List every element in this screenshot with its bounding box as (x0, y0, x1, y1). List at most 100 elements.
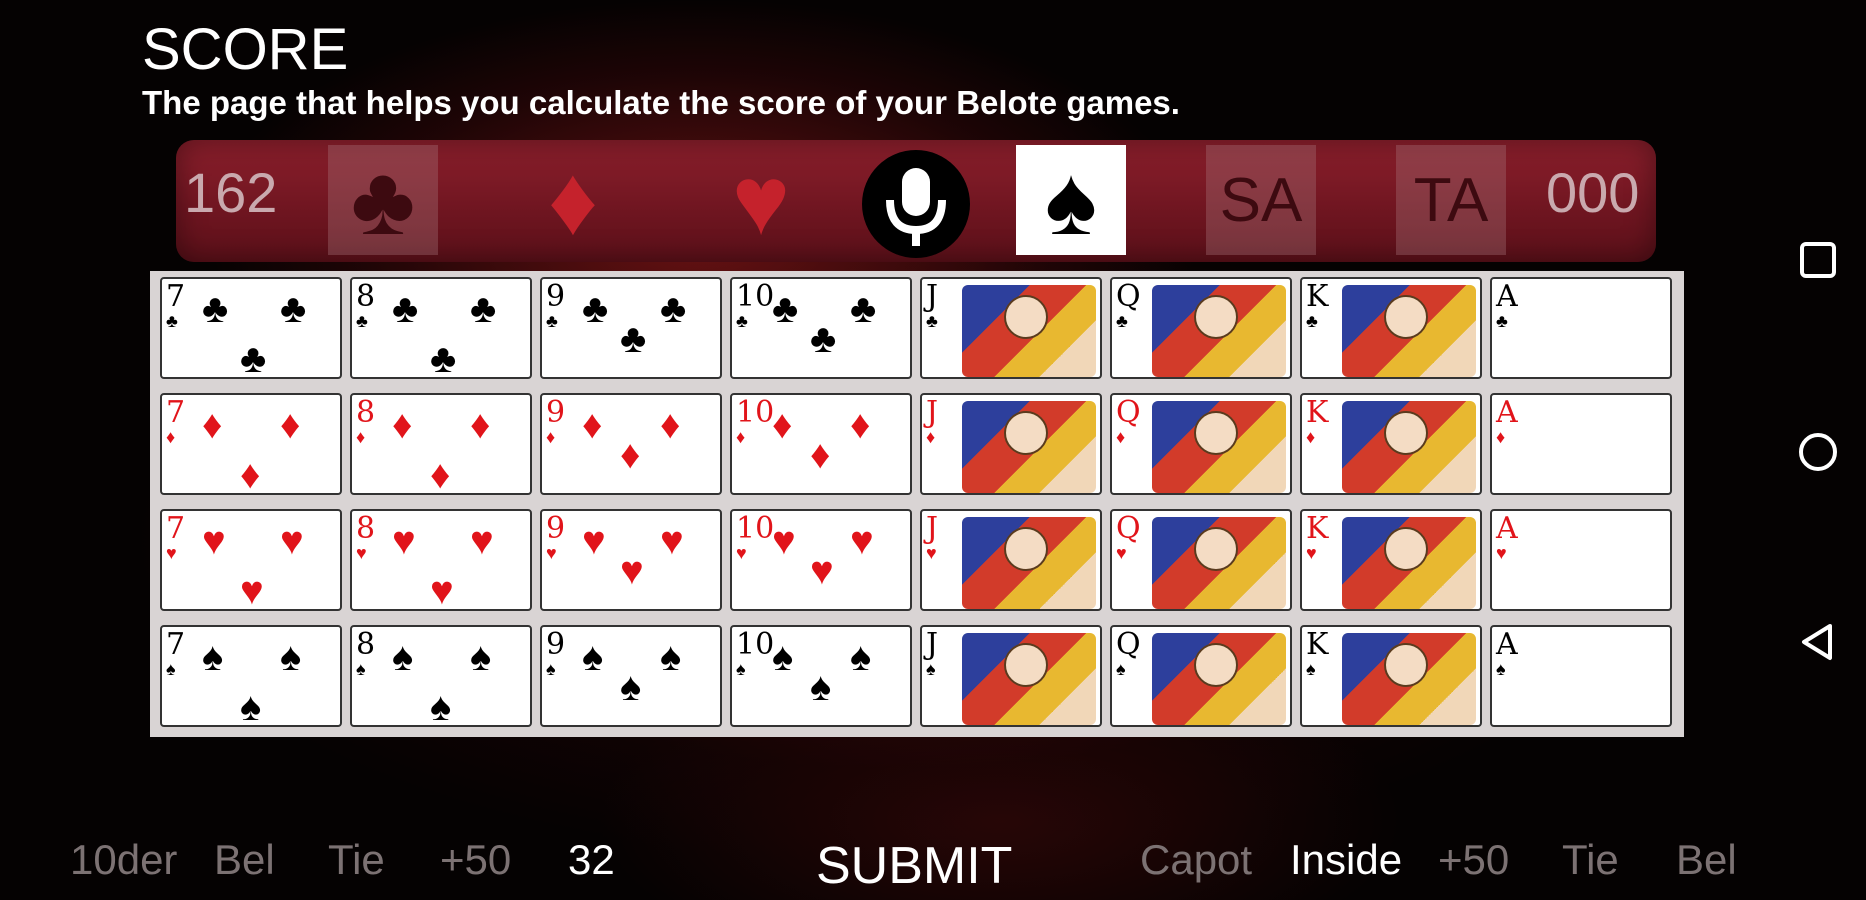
hearts-pip-icon: ♥ (470, 519, 494, 563)
clubs-trump-button[interactable]: ♣ (328, 145, 438, 255)
card-8-spades[interactable]: 8 ♠ ♠ ♠ ♠ (350, 625, 532, 727)
card-row-hearts: 7 ♥ ♥ ♥ ♥ 8 ♥ ♥ ♥ ♥ 9 ♥ ♥ ♥ ♥ 10 ♥ ♥ ♥ ♥ J ♥ Q ♥ K ♥ A ♥ (150, 503, 1684, 613)
diamonds-pip-icon: ♦ (850, 403, 871, 447)
card-10-hearts[interactable]: 10 ♥ ♥ ♥ ♥ (730, 509, 912, 611)
hearts-trump-button[interactable]: ♥ (706, 145, 816, 255)
card-8-clubs[interactable]: 8 ♣ ♣ ♣ ♣ (350, 277, 532, 379)
card-rank: A (1496, 395, 1518, 430)
diamonds-small-icon: ♦ (1496, 427, 1506, 447)
inside-toggle[interactable]: Inside (1290, 836, 1402, 884)
card-q-clubs[interactable]: Q ♣ (1110, 277, 1292, 379)
hearts-pip-icon: ♥ (280, 519, 304, 563)
trick-count[interactable]: 32 (568, 836, 615, 884)
card-k-hearts[interactable]: K ♥ (1300, 509, 1482, 611)
card-a-clubs[interactable]: A ♣ (1490, 277, 1672, 379)
card-a-diamonds[interactable]: A ♦ (1490, 393, 1672, 495)
card-8-hearts[interactable]: 8 ♥ ♥ ♥ ♥ (350, 509, 532, 611)
clubs-pip-icon: ♣ (280, 287, 307, 331)
card-k-spades[interactable]: K ♠ (1300, 625, 1482, 727)
microphone-button[interactable] (862, 150, 970, 258)
card-rank: 10 (736, 511, 775, 546)
spades-pip-icon: ♠ (660, 635, 682, 679)
hearts-small-icon: ♥ (1306, 543, 1317, 563)
capot-toggle[interactable]: Capot (1140, 836, 1252, 884)
card-10-diamonds[interactable]: 10 ♦ ♦ ♦ ♦ (730, 393, 912, 495)
card-rank: A (1496, 627, 1518, 662)
clubs-pip-icon: ♣ (202, 287, 229, 331)
submit-button[interactable]: SUBMIT (816, 836, 1012, 896)
sa-button[interactable]: SA (1206, 145, 1316, 255)
card-rank: 9 (546, 627, 566, 662)
clubs-pip-icon: ♣ (470, 287, 497, 331)
card-7-clubs[interactable]: 7 ♣ ♣ ♣ ♣ (160, 277, 342, 379)
hearts-pip-icon: ♥ (240, 569, 264, 611)
card-j-diamonds[interactable]: J ♦ (920, 393, 1102, 495)
back-icon[interactable] (1796, 620, 1840, 664)
card-9-clubs[interactable]: 9 ♣ ♣ ♣ ♣ (540, 277, 722, 379)
card-rank: J (926, 279, 939, 314)
card-k-clubs[interactable]: K ♣ (1300, 277, 1482, 379)
home-icon[interactable] (1796, 430, 1840, 474)
spades-trump-button[interactable]: ♠ (1016, 145, 1126, 255)
card-a-spades[interactable]: A ♠ (1490, 625, 1672, 727)
recent-apps-icon[interactable] (1796, 238, 1840, 282)
card-k-diamonds[interactable]: K ♦ (1300, 393, 1482, 495)
card-q-hearts[interactable]: Q ♥ (1110, 509, 1292, 611)
card-rank: 9 (546, 279, 566, 314)
card-9-diamonds[interactable]: 9 ♦ ♦ ♦ ♦ (540, 393, 722, 495)
diamonds-small-icon: ♦ (546, 427, 556, 447)
plus50-right-toggle[interactable]: +50 (1438, 836, 1509, 884)
diamonds-pip-icon: ♦ (582, 403, 603, 447)
sa-label: SA (1219, 165, 1303, 235)
face-card-illustration (1342, 517, 1476, 609)
card-grid: 7 ♣ ♣ ♣ ♣ 8 ♣ ♣ ♣ ♣ 9 ♣ ♣ ♣ ♣ 10 ♣ ♣ ♣ ♣ J ♣ Q ♣ K ♣ A ♣ 7 ♦ ♦ ♦ ♦ 8 ♦ ♦ ♦ ♦ 9… (150, 271, 1684, 737)
card-rank: Q (1116, 627, 1141, 662)
hearts-pip-icon: ♥ (620, 549, 644, 593)
spades-pip-icon: ♠ (810, 665, 832, 709)
tie-right-toggle[interactable]: Tie (1562, 836, 1619, 884)
hearts-pip-icon: ♥ (430, 569, 454, 611)
face-card-illustration (1152, 285, 1286, 377)
card-a-hearts[interactable]: A ♥ (1490, 509, 1672, 611)
hearts-small-icon: ♥ (166, 543, 177, 563)
ta-button[interactable]: TA (1396, 145, 1506, 255)
card-10-spades[interactable]: 10 ♠ ♠ ♠ ♠ (730, 625, 912, 727)
card-7-hearts[interactable]: 7 ♥ ♥ ♥ ♥ (160, 509, 342, 611)
hearts-pip-icon: ♥ (392, 519, 416, 563)
hearts-pip-icon: ♥ (772, 519, 796, 563)
spades-small-icon: ♠ (926, 659, 936, 679)
card-7-diamonds[interactable]: 7 ♦ ♦ ♦ ♦ (160, 393, 342, 495)
bel-left-toggle[interactable]: Bel (214, 836, 275, 884)
card-j-spades[interactable]: J ♠ (920, 625, 1102, 727)
card-rank: 9 (546, 511, 566, 546)
face-card-illustration (1152, 633, 1286, 725)
clubs-pip-icon: ♣ (430, 337, 457, 379)
diamonds-small-icon: ♦ (736, 427, 746, 447)
hearts-icon: ♥ (731, 145, 791, 255)
diamonds-trump-button[interactable]: ♦ (518, 145, 628, 255)
card-q-diamonds[interactable]: Q ♦ (1110, 393, 1292, 495)
tie-left-toggle[interactable]: Tie (328, 836, 385, 884)
face-card-illustration (1152, 517, 1286, 609)
bel-right-toggle[interactable]: Bel (1676, 836, 1737, 884)
card-j-clubs[interactable]: J ♣ (920, 277, 1102, 379)
spades-pip-icon: ♠ (430, 685, 452, 727)
card-rank: 7 (166, 627, 186, 662)
plus50-left-toggle[interactable]: +50 (440, 836, 511, 884)
card-q-spades[interactable]: Q ♠ (1110, 625, 1292, 727)
card-10-clubs[interactable]: 10 ♣ ♣ ♣ ♣ (730, 277, 912, 379)
card-7-spades[interactable]: 7 ♠ ♠ ♠ ♠ (160, 625, 342, 727)
tender-toggle[interactable]: 10der (70, 836, 177, 884)
spades-pip-icon: ♠ (772, 635, 794, 679)
face-card-illustration (962, 517, 1096, 609)
card-j-hearts[interactable]: J ♥ (920, 509, 1102, 611)
spades-icon: ♠ (1044, 145, 1098, 255)
diamonds-small-icon: ♦ (356, 427, 366, 447)
microphone-icon (886, 168, 946, 246)
card-8-diamonds[interactable]: 8 ♦ ♦ ♦ ♦ (350, 393, 532, 495)
clubs-small-icon: ♣ (736, 311, 748, 331)
card-rank: 8 (356, 627, 376, 662)
card-9-hearts[interactable]: 9 ♥ ♥ ♥ ♥ (540, 509, 722, 611)
card-rank: A (1496, 511, 1518, 546)
card-9-spades[interactable]: 9 ♠ ♠ ♠ ♠ (540, 625, 722, 727)
